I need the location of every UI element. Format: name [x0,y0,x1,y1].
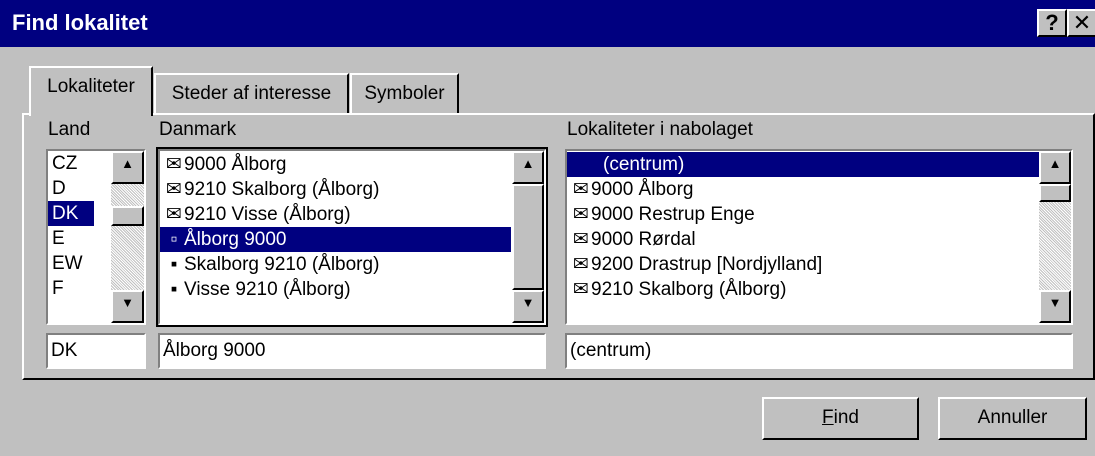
cancel-button-label: Annuller [977,407,1048,428]
tab-lokaliteter[interactable]: Lokaliteter [29,66,153,116]
danmark-list-item[interactable]: ✉ 9210 Skalborg (Ålborg) [160,177,512,202]
scroll-down-icon: ▼ [521,295,535,310]
scroll-down-icon: ▼ [1048,295,1062,310]
nabolag-label: Lokaliteter i nabolaget [567,119,753,140]
danmark-scroll-thumb[interactable] [512,184,544,290]
danmark-list-item[interactable]: ▪ Visse 9210 (Ålborg) [160,277,512,302]
danmark-list-item-label: Visse 9210 (Ålborg) [184,279,351,300]
land-list-item[interactable]: CZ [48,151,77,176]
nabolag-list-item-label: 9000 Restrup Enge [591,204,755,225]
envelope-icon: ✉ [573,179,589,200]
danmark-listbox[interactable]: ✉ 9000 Ålborg ✉ 9210 Skalborg (Ålborg) ✉ 9210… [156,147,548,327]
nabolag-list-item[interactable]: (centrum) [567,152,1039,177]
close-icon: ✕ [1072,10,1092,35]
nabolag-list-item[interactable]: ✉ 9000 Restrup Enge [567,202,1039,227]
nabolag-list-rows: (centrum) ✉ 9000 Ålborg ✉ 9000 Restrup Enge ✉… [567,152,1039,302]
nabolag-list-item[interactable]: ✉ 9000 Rørdal [567,227,1039,252]
envelope-icon: ✉ [166,154,182,175]
envelope-icon: ✉ [573,204,589,225]
danmark-list-item-label: 9000 Ålborg [184,154,287,175]
land-list-rows: CZ D DK E EW F [48,151,110,301]
danmark-scroll-up-button[interactable]: ▲ [512,151,544,184]
nabolag-scroll-down-button[interactable]: ▼ [1039,290,1071,323]
find-button-label: ind [833,407,859,428]
cancel-button[interactable]: Annuller [938,397,1087,440]
land-scroll-up-button[interactable]: ▲ [111,151,144,184]
nabolag-scroll-up-button[interactable]: ▲ [1039,151,1071,184]
land-list-item[interactable]: EW [48,251,83,276]
nabolag-list-item[interactable]: ✉ 9200 Drastrup [Nordjylland] [567,252,1039,277]
nabolag-listbox[interactable]: (centrum) ✉ 9000 Ålborg ✉ 9000 Restrup Enge ✉… [565,149,1073,325]
nabolag-list-item-label: 9200 Drastrup [Nordjylland] [591,254,823,275]
envelope-icon: ✉ [166,204,182,225]
land-list-item[interactable]: DK [48,201,94,226]
nabolag-scroll-thumb[interactable] [1039,184,1071,202]
envelope-icon: ✉ [573,229,589,250]
title-bar: Find lokalitet ? ✕ [0,0,1095,47]
danmark-list-item-label: 9210 Skalborg (Ålborg) [184,179,380,200]
locality-dot-icon: ▪ [170,279,178,300]
danmark-list-item[interactable]: ✉ 9000 Ålborg [160,152,512,177]
scroll-up-icon: ▲ [521,156,535,171]
tab-symboler[interactable]: Symboler [350,73,459,114]
locality-dot-icon: ▪ [170,254,178,275]
danmark-list-item-label: 9210 Visse (Ålborg) [184,204,351,225]
nabolag-scrollbar[interactable]: ▲ ▼ [1039,151,1071,323]
scroll-up-icon: ▲ [1048,156,1062,171]
land-label: Land [48,119,91,140]
danmark-list-rows: ✉ 9000 Ålborg ✉ 9210 Skalborg (Ålborg) ✉ 9210… [160,152,512,302]
locality-square-icon: ▫ [170,229,178,250]
close-button[interactable]: ✕ [1067,9,1095,37]
danmark-label: Danmark [159,119,237,140]
scroll-down-icon: ▼ [121,295,134,310]
nabolag-list-item-label: 9210 Skalborg (Ålborg) [591,279,787,300]
nabolag-list-item-label: (centrum) [603,154,685,175]
nabolag-list-item-label: 9000 Rørdal [591,229,696,250]
danmark-scrollbar[interactable]: ▲ ▼ [512,151,544,323]
land-listbox[interactable]: CZ D DK E EW F ▲ ▼ [46,149,146,325]
danmark-list-item-label: Ålborg 9000 [184,229,287,250]
land-scroll-thumb[interactable] [111,206,144,226]
tab-symboler-label: Symboler [364,83,445,104]
find-button[interactable]: Find [762,397,919,440]
danmark-field[interactable]: Ålborg 9000 [158,333,546,369]
land-list-item[interactable]: E [48,226,65,251]
land-list-item[interactable]: D [48,176,66,201]
danmark-list-item[interactable]: ▪ Skalborg 9210 (Ålborg) [160,252,512,277]
help-icon: ? [1045,10,1059,35]
danmark-list-item-label: Skalborg 9210 (Ålborg) [184,254,380,275]
nabolag-field[interactable]: (centrum) [565,333,1073,369]
envelope-icon: ✉ [573,254,589,275]
tab-steder-af-interesse-label: Steder af interesse [171,83,332,104]
land-field[interactable]: DK [46,333,146,369]
land-list-item[interactable]: F [48,276,64,301]
find-button-mnemonic: F [822,407,834,428]
nabolag-list-item[interactable]: ✉ 9000 Ålborg [567,177,1039,202]
tab-steder-af-interesse[interactable]: Steder af interesse [154,73,349,114]
nabolag-list-item[interactable]: ✉ 9210 Skalborg (Ålborg) [567,277,1039,302]
danmark-list-item[interactable]: ▫ Ålborg 9000 [160,227,511,252]
envelope-icon: ✉ [573,279,589,300]
tab-lokaliteter-label: Lokaliteter [47,76,135,97]
scroll-up-icon: ▲ [121,156,134,171]
help-button[interactable]: ? [1037,9,1067,37]
nabolag-list-item-label: 9000 Ålborg [591,179,694,200]
land-scroll-down-button[interactable]: ▼ [111,290,144,323]
danmark-list-item[interactable]: ✉ 9210 Visse (Ålborg) [160,202,512,227]
envelope-icon: ✉ [166,179,182,200]
window-title: Find lokalitet [12,10,148,35]
danmark-scroll-down-button[interactable]: ▼ [512,290,544,323]
land-scrollbar[interactable]: ▲ ▼ [111,151,144,323]
